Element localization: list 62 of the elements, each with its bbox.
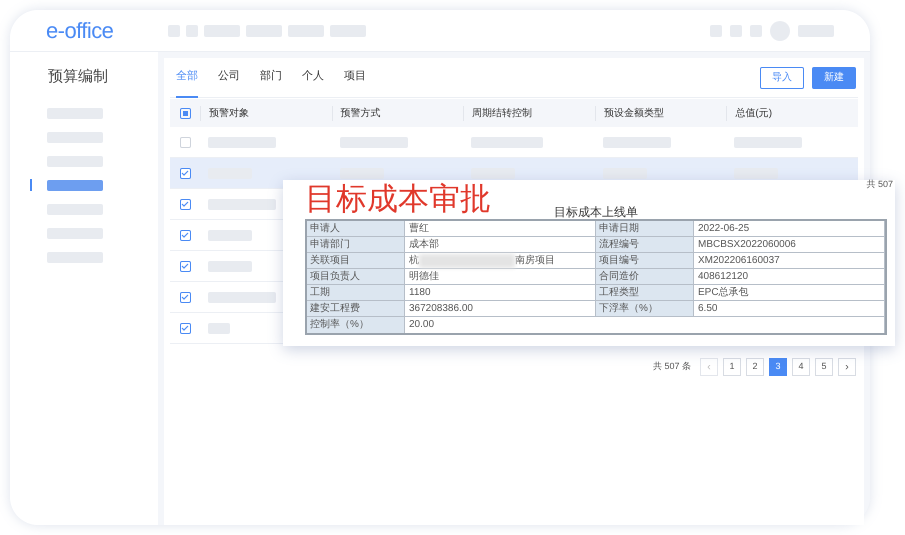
- form-value: 成本部: [409, 238, 439, 252]
- page-button[interactable]: 1: [723, 358, 741, 376]
- next-page-button[interactable]: ›: [838, 358, 856, 376]
- page-button[interactable]: 2: [746, 358, 764, 376]
- page-button[interactable]: 4: [792, 358, 810, 376]
- overlay-headline: 目标成本审批: [305, 181, 491, 217]
- select-all-checkbox[interactable]: [180, 108, 190, 118]
- form-value: EPC总承包: [698, 286, 749, 300]
- form-value: 南房项目: [515, 254, 555, 268]
- column-header[interactable]: 总值(元): [726, 106, 858, 120]
- import-button[interactable]: 导入: [760, 66, 804, 88]
- sidebar-item[interactable]: [47, 180, 103, 190]
- form-value: 20.00: [409, 318, 434, 332]
- form-value: XM202206160037: [698, 254, 780, 268]
- checkbox[interactable]: [180, 198, 190, 210]
- cell-placeholder: [340, 168, 384, 178]
- cell-placeholder: [208, 292, 276, 302]
- checkbox[interactable]: [180, 322, 190, 334]
- form-label: 下浮率（%）: [596, 301, 694, 316]
- form-value: 408612120: [698, 270, 748, 284]
- form-label: 合同造价: [596, 269, 694, 284]
- tab[interactable]: 部门: [260, 58, 282, 98]
- checkbox[interactable]: [180, 230, 190, 240]
- form-label: 控制率（%）: [307, 317, 405, 333]
- form-label: 申请人: [307, 221, 405, 236]
- column-header[interactable]: 预警方式: [332, 106, 464, 120]
- form-value: 曹红: [409, 222, 429, 236]
- checkbox[interactable]: [180, 292, 190, 302]
- tab[interactable]: 公司: [218, 58, 240, 98]
- form-value: 2022-06-25: [698, 222, 750, 236]
- form-label: 项目负责人: [307, 269, 405, 284]
- cell-placeholder: [471, 168, 516, 178]
- form-value: 6.50: [698, 302, 718, 316]
- pager-total: 共 507 条: [652, 360, 691, 374]
- cell-placeholder: [602, 168, 647, 178]
- form-label: 工程类型: [596, 285, 694, 300]
- form-label: 申请日期: [596, 221, 694, 236]
- pager-total: 共 507: [866, 178, 893, 191]
- form-value: MBCBSX2022060006: [698, 238, 796, 252]
- form-value: 367208386.00: [409, 302, 473, 316]
- tab[interactable]: 项目: [344, 58, 366, 98]
- tab[interactable]: 个人: [302, 58, 324, 98]
- column-header[interactable]: 预设金额类型: [594, 106, 726, 120]
- sidebar-title: 预算编制: [48, 67, 109, 87]
- form-label: 项目编号: [596, 253, 694, 268]
- cell-placeholder: [734, 168, 778, 178]
- checkbox[interactable]: [180, 168, 190, 178]
- page-button[interactable]: 5: [815, 358, 833, 376]
- form-value: 明德佳: [409, 270, 439, 284]
- form-value: 1180: [409, 286, 431, 300]
- form-label: 关联项目: [307, 253, 405, 268]
- form-value: 杭: [409, 254, 419, 268]
- form-label: 建安工程费: [307, 301, 405, 316]
- active-indicator: [30, 179, 32, 191]
- cell-placeholder: [208, 198, 276, 210]
- column-header[interactable]: 周期结转控制: [463, 106, 595, 120]
- form-label: 流程编号: [596, 237, 694, 252]
- form-label: 申请部门: [307, 237, 405, 252]
- column-header[interactable]: 预警对象: [200, 106, 332, 120]
- checkbox[interactable]: [180, 260, 190, 272]
- form-label: 工期: [307, 285, 405, 300]
- form-title: 目标成本上线单: [553, 205, 639, 219]
